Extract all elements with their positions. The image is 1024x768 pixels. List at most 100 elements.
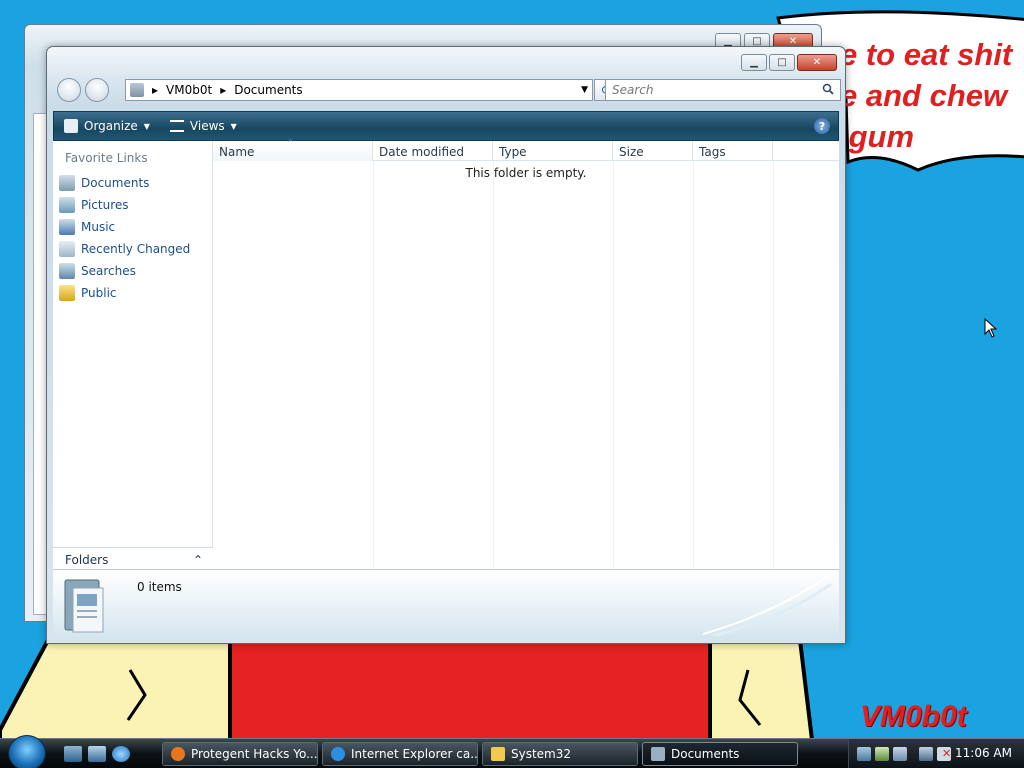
public-folder-icon <box>59 285 75 301</box>
sidebar-item-pictures[interactable]: Pictures <box>59 197 129 213</box>
switch-windows-icon[interactable] <box>88 746 106 762</box>
ie-icon[interactable] <box>112 746 130 762</box>
music-icon <box>59 219 75 235</box>
search-placeholder: Search <box>612 83 654 97</box>
favorite-links-heading: Favorite Links <box>65 151 148 165</box>
documents-icon <box>59 175 75 191</box>
column-divider <box>493 161 494 569</box>
column-divider <box>373 161 374 569</box>
maximize-button[interactable]: □ <box>769 54 795 71</box>
views-label: Views <box>189 119 225 133</box>
sidebar-item-label: Public <box>81 286 117 300</box>
clock[interactable]: 11:06 AM <box>955 746 1012 760</box>
sidebar-item-label: Music <box>81 220 116 234</box>
taskbar-item-label: System32 <box>511 747 572 761</box>
sidebar-item-label: Recently Changed <box>81 242 191 256</box>
taskbar-item-label: Documents <box>671 747 740 761</box>
breadcrumb-arrow-icon[interactable]: ▸ <box>152 83 158 97</box>
decorative-swoosh <box>703 575 832 636</box>
recently-changed-icon <box>59 241 75 257</box>
searches-icon <box>59 263 75 279</box>
column-tags-label: Tags <box>699 145 726 159</box>
documents-folder-icon <box>64 579 104 633</box>
forward-button[interactable] <box>85 78 109 102</box>
sort-ascending-icon: ^ <box>287 138 294 147</box>
sidebar-item-label: Pictures <box>81 198 129 212</box>
taskbar-item-documents[interactable]: Documents <box>642 742 798 766</box>
back-button[interactable] <box>57 78 81 102</box>
organize-icon <box>64 119 78 133</box>
column-header-row: Name ^ Date modified Type Size Tags <box>213 138 839 161</box>
taskbar-item-label: Protegent Hacks Yo... <box>191 747 318 761</box>
sidebar-item-music[interactable]: Music <box>59 219 115 235</box>
sidebar-item-label: Documents <box>81 176 150 190</box>
navigation-bar: ▸ VM0b0t ▸ Documents ▼ ⟳ Search <box>53 75 841 105</box>
address-dropdown-icon[interactable]: ▼ <box>581 85 588 95</box>
column-tags[interactable]: Tags <box>693 141 773 161</box>
taskbar-item-protegent[interactable]: Protegent Hacks Yo... <box>162 742 318 766</box>
windows-update-icon[interactable] <box>893 747 907 761</box>
pictures-icon <box>59 197 75 213</box>
column-size[interactable]: Size <box>613 141 693 161</box>
help-icon[interactable]: ? <box>814 118 830 134</box>
network-icon[interactable] <box>857 747 871 761</box>
column-type-label: Type <box>499 145 527 159</box>
details-pane: 0 items <box>53 569 839 639</box>
breadcrumb-documents[interactable]: Documents <box>234 83 302 97</box>
chevron-up-icon: ⌃ <box>192 552 203 567</box>
signature-text: VM0b0t <box>860 700 967 733</box>
security-center-icon[interactable] <box>875 747 889 761</box>
search-input[interactable]: Search <box>605 79 841 101</box>
system-tray: ✕ 11:06 AM <box>848 739 1024 768</box>
chevron-down-icon[interactable]: ▼ <box>231 122 237 131</box>
folders-label: Folders <box>65 552 109 567</box>
firefox-icon <box>171 747 185 761</box>
search-icon[interactable] <box>822 83 834 95</box>
column-name-label: Name <box>219 145 255 159</box>
volume-muted-icon[interactable]: ✕ <box>937 747 951 761</box>
sidebar-item-documents[interactable]: Documents <box>59 175 149 191</box>
file-list[interactable]: Name ^ Date modified Type Size Tags This… <box>213 138 839 569</box>
bubble-text: e to eat shit e and chew gum <box>840 37 1013 154</box>
views-button[interactable]: Views ▼ <box>160 119 247 133</box>
computer-icon <box>130 83 144 97</box>
sidebar-item-recently-changed[interactable]: Recently Changed <box>59 241 190 257</box>
column-divider <box>613 161 614 569</box>
taskbar-item-system32[interactable]: System32 <box>482 742 638 766</box>
minimize-button[interactable]: ▁ <box>741 54 767 71</box>
start-button[interactable] <box>8 735 46 768</box>
sidebar-item-label: Searches <box>81 264 136 278</box>
sidebar-item-searches[interactable]: Searches <box>59 263 136 279</box>
address-bar[interactable]: ▸ VM0b0t ▸ Documents ▼ <box>125 79 593 101</box>
close-button[interactable]: ✕ <box>797 54 837 71</box>
column-type[interactable]: Type <box>493 141 613 161</box>
column-divider <box>773 161 774 569</box>
column-date-modified[interactable]: Date modified <box>373 141 493 161</box>
breadcrumb-vm0b0t[interactable]: VM0b0t <box>166 83 212 97</box>
organize-label: Organize <box>84 119 138 133</box>
ie-icon <box>331 747 345 761</box>
column-divider <box>693 161 694 569</box>
taskbar-item-label: Internet Explorer ca... <box>351 747 478 761</box>
taskbar-item-internet-explorer[interactable]: Internet Explorer ca... <box>322 742 478 766</box>
item-count: 0 items <box>137 580 182 594</box>
views-icon <box>169 120 184 132</box>
breadcrumb-arrow-icon[interactable]: ▸ <box>220 83 226 97</box>
organize-button[interactable]: Organize ▼ <box>54 119 160 133</box>
column-date-modified-label: Date modified <box>379 145 465 159</box>
navigation-pane: Favorite Links Documents Pictures Music … <box>53 141 213 569</box>
folders-toggle[interactable]: Folders ⌃ <box>53 547 213 571</box>
command-toolbar: Organize ▼ Views ▼ ? <box>53 111 839 141</box>
documents-icon <box>651 747 665 761</box>
column-name[interactable]: Name ^ <box>213 138 373 161</box>
sidebar-item-public[interactable]: Public <box>59 285 117 301</box>
folder-icon <box>491 747 505 761</box>
chevron-down-icon: ▼ <box>143 121 150 131</box>
column-size-label: Size <box>619 145 644 159</box>
taskbar: Protegent Hacks Yo... Internet Explorer … <box>0 735 1024 768</box>
empty-folder-message: This folder is empty. <box>465 166 587 180</box>
documents-explorer-window[interactable]: ▁ □ ✕ ▸ VM0b0t ▸ Documents ▼ ⟳ Search Or… <box>46 46 846 644</box>
network-status-icon[interactable] <box>919 747 933 761</box>
mouse-cursor-icon <box>984 318 998 338</box>
show-desktop-icon[interactable] <box>64 746 82 762</box>
